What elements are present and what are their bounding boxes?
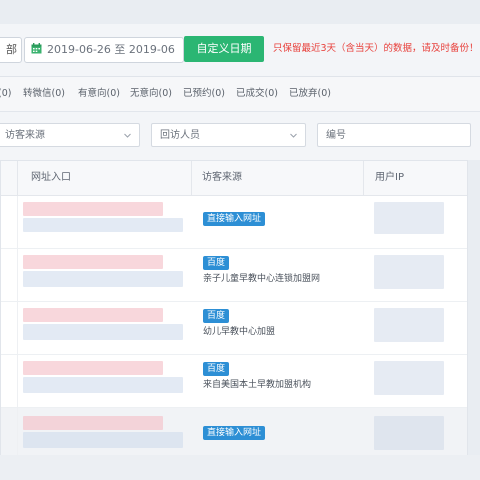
source-keyword: 亲子儿童早教中心连锁加盟网 bbox=[203, 274, 321, 284]
blurred-ip bbox=[374, 308, 444, 342]
source-keyword: 幼儿早教中心加盟 bbox=[203, 327, 276, 337]
blurred-url bbox=[23, 255, 163, 269]
header-visitor-source: 访客来源 bbox=[202, 172, 242, 183]
column-divider bbox=[191, 161, 192, 195]
row-checkbox-cell bbox=[1, 249, 18, 301]
source-badge: 百度 bbox=[203, 256, 230, 270]
row-checkbox-cell bbox=[1, 355, 18, 407]
chevron-down-icon bbox=[290, 133, 297, 138]
filter-bar: 部 2019-06-26 至 2019-06 自定义日期 只保留最近3天（含当天… bbox=[0, 24, 480, 77]
blurred-url bbox=[23, 432, 183, 448]
row-checkbox-cell bbox=[1, 408, 18, 462]
status-tab-booked[interactable]: 已预约(0) bbox=[183, 77, 225, 111]
visitor-table: 网址入口 访客来源 用户IP 直接输入网址 百度 亲子儿童早教中心连锁加盟网 百… bbox=[0, 160, 468, 462]
source-badge: 百度 bbox=[203, 309, 230, 323]
status-tab-not-interested[interactable]: 无意向(0) bbox=[130, 77, 172, 111]
status-tab-all[interactable]: (0) bbox=[0, 77, 11, 111]
search-row: 访客来源 回访人员 编号 bbox=[0, 112, 480, 160]
number-input[interactable]: 编号 bbox=[317, 123, 471, 147]
custom-date-button[interactable]: 自定义日期 bbox=[184, 36, 264, 62]
source-badge: 直接输入网址 bbox=[203, 426, 266, 440]
staff-select-label: 回访人员 bbox=[160, 130, 200, 141]
status-tabs: (0) 转微信(0) 有意向(0) 无意向(0) 已预约(0) 已成交(0) 已… bbox=[0, 77, 480, 112]
calendar-icon bbox=[31, 43, 42, 54]
blurred-url bbox=[23, 416, 163, 430]
blurred-url bbox=[23, 308, 163, 322]
blurred-url bbox=[23, 377, 183, 393]
blurred-url bbox=[23, 324, 183, 340]
status-tab-interested[interactable]: 有意向(0) bbox=[78, 77, 120, 111]
source-badge: 直接输入网址 bbox=[203, 212, 266, 226]
data-retention-warning: 只保留最近3天（含当天）的数据，请及时备份！ bbox=[273, 43, 479, 54]
blurred-url bbox=[23, 271, 183, 287]
table-row[interactable]: 直接输入网址 bbox=[1, 408, 467, 462]
bottom-area bbox=[0, 455, 480, 480]
blurred-ip bbox=[374, 416, 444, 450]
blurred-url bbox=[23, 202, 163, 216]
number-input-placeholder: 编号 bbox=[326, 130, 346, 141]
status-tab-wechat[interactable]: 转微信(0) bbox=[23, 77, 65, 111]
status-tab-abandoned[interactable]: 已放弃(0) bbox=[289, 77, 331, 111]
status-tab-closed[interactable]: 已成交(0) bbox=[236, 77, 278, 111]
row-checkbox-cell bbox=[1, 196, 18, 248]
blurred-url bbox=[23, 361, 163, 375]
table-row[interactable]: 百度 幼儿早教中心加盟 bbox=[1, 302, 467, 355]
header-user-ip: 用户IP bbox=[375, 172, 404, 183]
department-button[interactable]: 部 bbox=[0, 37, 22, 63]
source-keyword: 来自美国本土早教加盟机构 bbox=[203, 380, 312, 390]
staff-select[interactable]: 回访人员 bbox=[151, 123, 306, 147]
header-url-entry: 网址入口 bbox=[31, 172, 71, 183]
table-row[interactable]: 直接输入网址 bbox=[1, 196, 467, 249]
column-divider bbox=[363, 161, 364, 195]
chevron-down-icon bbox=[124, 133, 131, 138]
date-range-value: 2019-06-26 至 2019-06 bbox=[47, 43, 175, 56]
blurred-ip bbox=[374, 255, 444, 289]
source-select-label: 访客来源 bbox=[5, 130, 45, 141]
table-header: 网址入口 访客来源 用户IP bbox=[1, 161, 467, 196]
blurred-ip bbox=[374, 361, 444, 395]
source-select[interactable]: 访客来源 bbox=[0, 123, 140, 147]
column-divider bbox=[17, 161, 18, 195]
blurred-url bbox=[23, 218, 183, 232]
table-row[interactable]: 百度 亲子儿童早教中心连锁加盟网 bbox=[1, 249, 467, 302]
source-badge: 百度 bbox=[203, 362, 230, 376]
date-range-input[interactable]: 2019-06-26 至 2019-06 bbox=[24, 37, 184, 63]
row-checkbox-cell bbox=[1, 302, 18, 354]
blurred-ip bbox=[374, 202, 444, 234]
table-row[interactable]: 百度 来自美国本土早教加盟机构 bbox=[1, 355, 467, 408]
